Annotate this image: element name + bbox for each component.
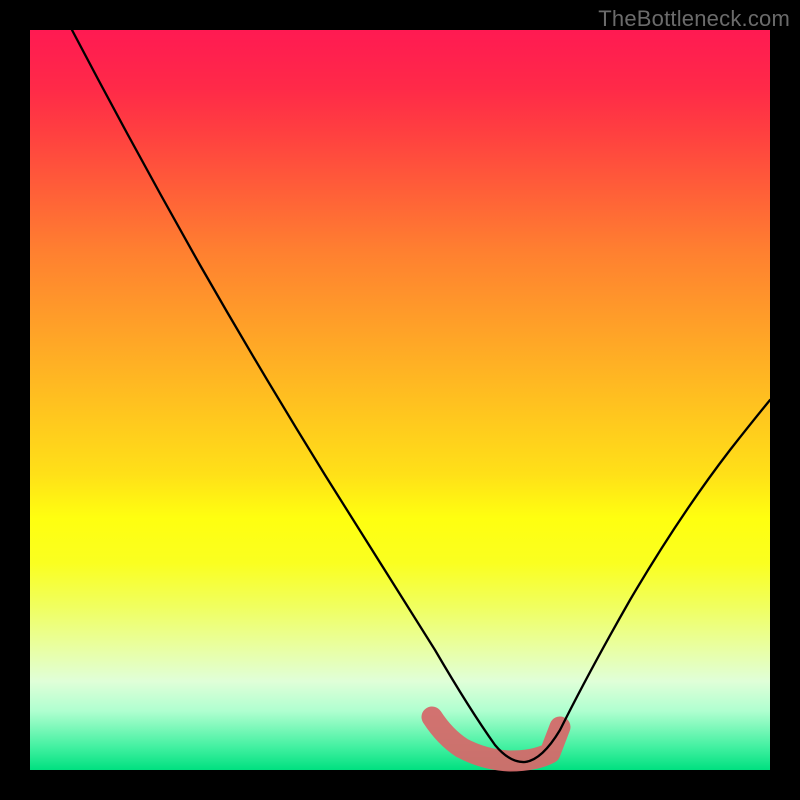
curve-layer — [30, 30, 770, 770]
curve-left-branch — [72, 30, 525, 762]
chart-frame: TheBottleneck.com — [0, 0, 800, 800]
watermark-text: TheBottleneck.com — [598, 6, 790, 32]
curve-right-branch — [525, 400, 770, 762]
